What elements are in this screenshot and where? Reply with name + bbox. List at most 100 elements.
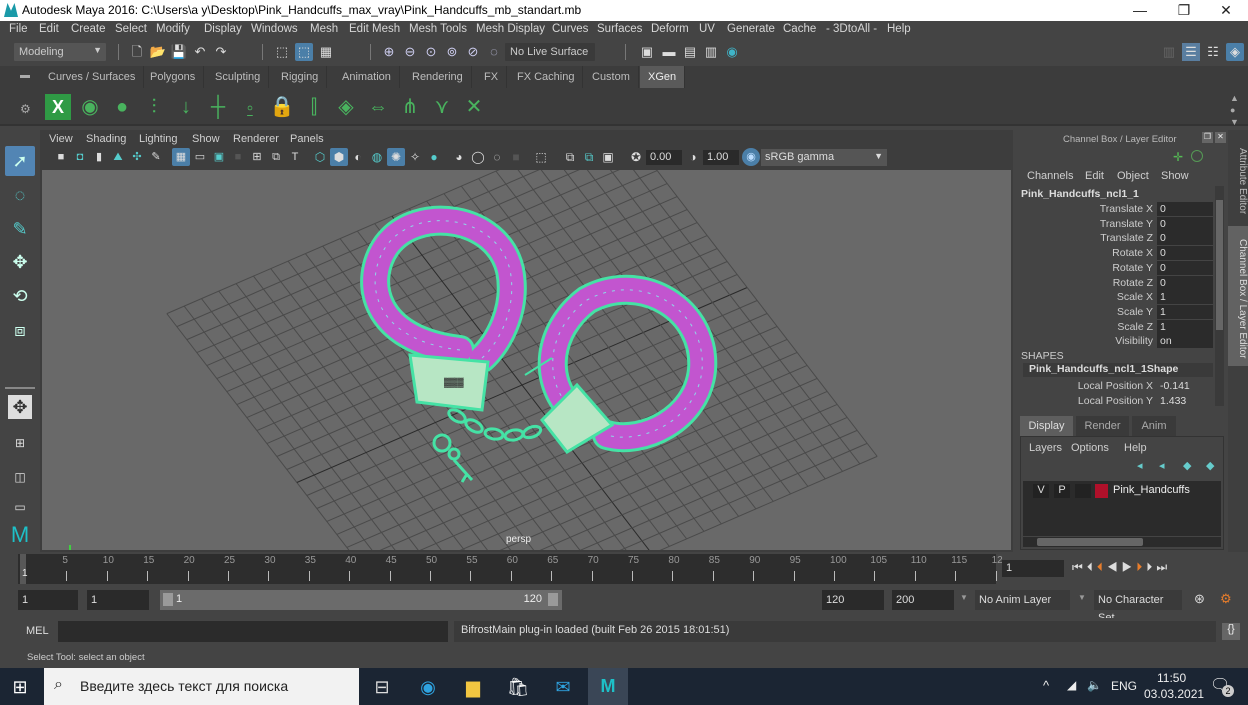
layer-color-swatch[interactable] [1095, 484, 1108, 498]
ambient-occlusion-icon[interactable]: ● [425, 148, 443, 166]
guide-width-icon[interactable]: ⇔ [365, 94, 391, 120]
gamma-icon[interactable]: ◑ [684, 148, 702, 166]
isolate-select-icon[interactable]: ⬚ [532, 148, 550, 166]
channel-value[interactable]: 1.433 [1157, 394, 1213, 408]
camera-select-icon[interactable]: ■ [52, 148, 70, 166]
channel-value[interactable]: 0 [1157, 260, 1213, 275]
channel-value[interactable]: 0 [1157, 216, 1213, 231]
layer-menu-options[interactable]: Options [1071, 442, 1109, 454]
color-space-dropdown[interactable]: sRGB gamma ▼ [761, 149, 887, 166]
menu-display[interactable]: Display [204, 23, 242, 35]
command-input[interactable] [58, 621, 448, 642]
tab-custom[interactable]: Custom [584, 66, 639, 88]
menu-cache[interactable]: Cache [783, 23, 816, 35]
channel-value[interactable]: 1 [1157, 290, 1213, 305]
rotate-tool-icon[interactable]: ⟲ [5, 281, 35, 311]
wireframe-icon[interactable]: ⬡ [311, 148, 329, 166]
close-button[interactable]: ✕ [1204, 0, 1248, 21]
live-surface-field[interactable]: No Live Surface [505, 43, 595, 61]
outliner-layout-icon[interactable]: ▭ [5, 492, 35, 522]
shape-channel-row[interactable]: Local Position Y 1.433 [1015, 394, 1210, 409]
scrollbar-thumb[interactable] [1037, 538, 1143, 546]
grid-toggle-icon[interactable]: ▦ [172, 148, 190, 166]
lock-guide-icon[interactable]: 🔒 [269, 94, 295, 120]
layer-menu-help[interactable]: Help [1124, 442, 1147, 454]
menu-create[interactable]: Create [71, 23, 106, 35]
smooth-shade-icon[interactable]: ⬢ [330, 148, 348, 166]
play-forwards-icon[interactable]: ▶ [1122, 560, 1137, 574]
move-layer-up-icon[interactable]: ◂ [1137, 459, 1143, 472]
resolution-gate-icon[interactable]: ▣ [210, 148, 228, 166]
step-back-key-icon[interactable]: ⏴ [1097, 560, 1107, 574]
camera-attributes-icon[interactable]: ◘ [71, 148, 89, 166]
menu-surfaces[interactable]: Surfaces [597, 23, 642, 35]
color-management-icon[interactable]: ◉ [742, 148, 760, 166]
menu-mesh-display[interactable]: Mesh Display [476, 23, 545, 35]
panel-menu-view[interactable]: View [49, 133, 73, 145]
wireframe-on-shaded-icon[interactable]: ◐ [349, 148, 367, 166]
backface-culling-icon[interactable]: ▣ [599, 148, 617, 166]
xray-active-icon[interactable]: ⧉ [580, 148, 598, 166]
snap-live-icon[interactable]: ⊘ [464, 43, 482, 61]
layer-name[interactable]: Pink_Handcuffs [1113, 484, 1190, 496]
layer-hscrollbar[interactable] [1023, 537, 1221, 547]
film-gate-icon[interactable]: ▭ [191, 148, 209, 166]
shelf-menu-icon[interactable] [20, 75, 30, 78]
attribute-editor-toggle-icon[interactable]: ☰ [1182, 43, 1200, 61]
panel-menu-panels[interactable]: Panels [290, 133, 324, 145]
channel-box-toggle-icon[interactable]: ◈ [1226, 43, 1244, 61]
channel-value[interactable]: 0 [1157, 275, 1213, 290]
layer-visibility-toggle[interactable]: V [1033, 484, 1049, 498]
render-frame-icon[interactable]: ▬ [660, 43, 678, 61]
menu-help[interactable]: Help [887, 23, 911, 35]
select-component-icon[interactable]: ▦ [317, 43, 335, 61]
auto-key-icon[interactable]: ⊛ [1194, 591, 1205, 607]
menu-edit-mesh[interactable]: Edit Mesh [349, 23, 400, 35]
tab-polygons[interactable]: Polygons [142, 66, 205, 88]
file-explorer-icon[interactable]: ▆ [453, 672, 493, 702]
xgen-disable-preview-icon[interactable]: ● [109, 94, 135, 120]
add-guide-icon[interactable]: ┼ [205, 94, 231, 120]
channel-row[interactable]: Translate Y 0 [1015, 216, 1213, 232]
shelf-settings-icon[interactable]: ⚙ [20, 102, 31, 116]
go-to-end-icon[interactable]: ⏭ [1156, 560, 1171, 574]
character-set-dropdown[interactable]: No Character Set [1094, 590, 1182, 624]
menu-windows[interactable]: Windows [251, 23, 298, 35]
anti-alias-icon[interactable]: ◯ [469, 148, 487, 166]
menu-curves[interactable]: Curves [552, 23, 588, 35]
channel-label[interactable]: Rotate X [1112, 247, 1153, 259]
channel-row[interactable]: Scale X 1 [1015, 290, 1213, 305]
xray-joints-icon[interactable]: ⧉ [561, 148, 579, 166]
channel-label[interactable]: Translate Y [1100, 218, 1153, 230]
channel-label[interactable]: Rotate Z [1113, 277, 1153, 289]
maya-taskbar-icon[interactable]: M [588, 668, 628, 705]
channel-value[interactable]: 0 [1157, 246, 1213, 261]
move-layer-down-icon[interactable]: ◂ [1159, 459, 1165, 472]
shadows-icon[interactable]: ✧ [406, 148, 424, 166]
snap-grid-icon[interactable]: ⊕ [380, 43, 398, 61]
menu-3dtoall[interactable]: - 3DtoAll - [826, 23, 877, 35]
channel-label[interactable]: Scale X [1117, 291, 1153, 303]
add-guides-icon[interactable]: ⫶ [141, 94, 167, 120]
channel-value[interactable]: on [1157, 334, 1213, 349]
exposure-field[interactable]: 0.00 [646, 150, 682, 165]
tab-sculpting[interactable]: Sculpting [207, 66, 270, 88]
panel-menu-show[interactable]: Show [192, 133, 220, 145]
taskbar-search[interactable]: ⌕ Введите здесь текст для поиска [44, 668, 359, 705]
script-editor-icon[interactable]: {} [1222, 623, 1240, 640]
new-scene-icon[interactable]: 🗋 [128, 43, 146, 61]
exposure-icon[interactable]: ✪ [627, 148, 645, 166]
render-view-icon[interactable]: ▣ [638, 43, 656, 61]
snap-surface-icon[interactable]: ◌ [485, 43, 503, 61]
menu-generate[interactable]: Generate [727, 23, 775, 35]
step-forward-key-icon[interactable]: ⏵ [1136, 560, 1146, 574]
tab-xgen[interactable]: XGen [640, 66, 686, 88]
depth-of-field-icon[interactable]: ◌ [488, 148, 506, 166]
select-hierarchy-icon[interactable]: ⬚ [273, 43, 291, 61]
channel-row[interactable]: Rotate Y 0 [1015, 260, 1213, 276]
delete-guides-icon[interactable]: ✕ [461, 94, 487, 120]
animation-end-field[interactable]: 200 [892, 590, 954, 610]
layer-tab-render[interactable]: Render [1076, 416, 1129, 436]
channel-label[interactable]: Translate X [1100, 203, 1153, 215]
scrollbar-thumb[interactable] [1216, 200, 1223, 330]
